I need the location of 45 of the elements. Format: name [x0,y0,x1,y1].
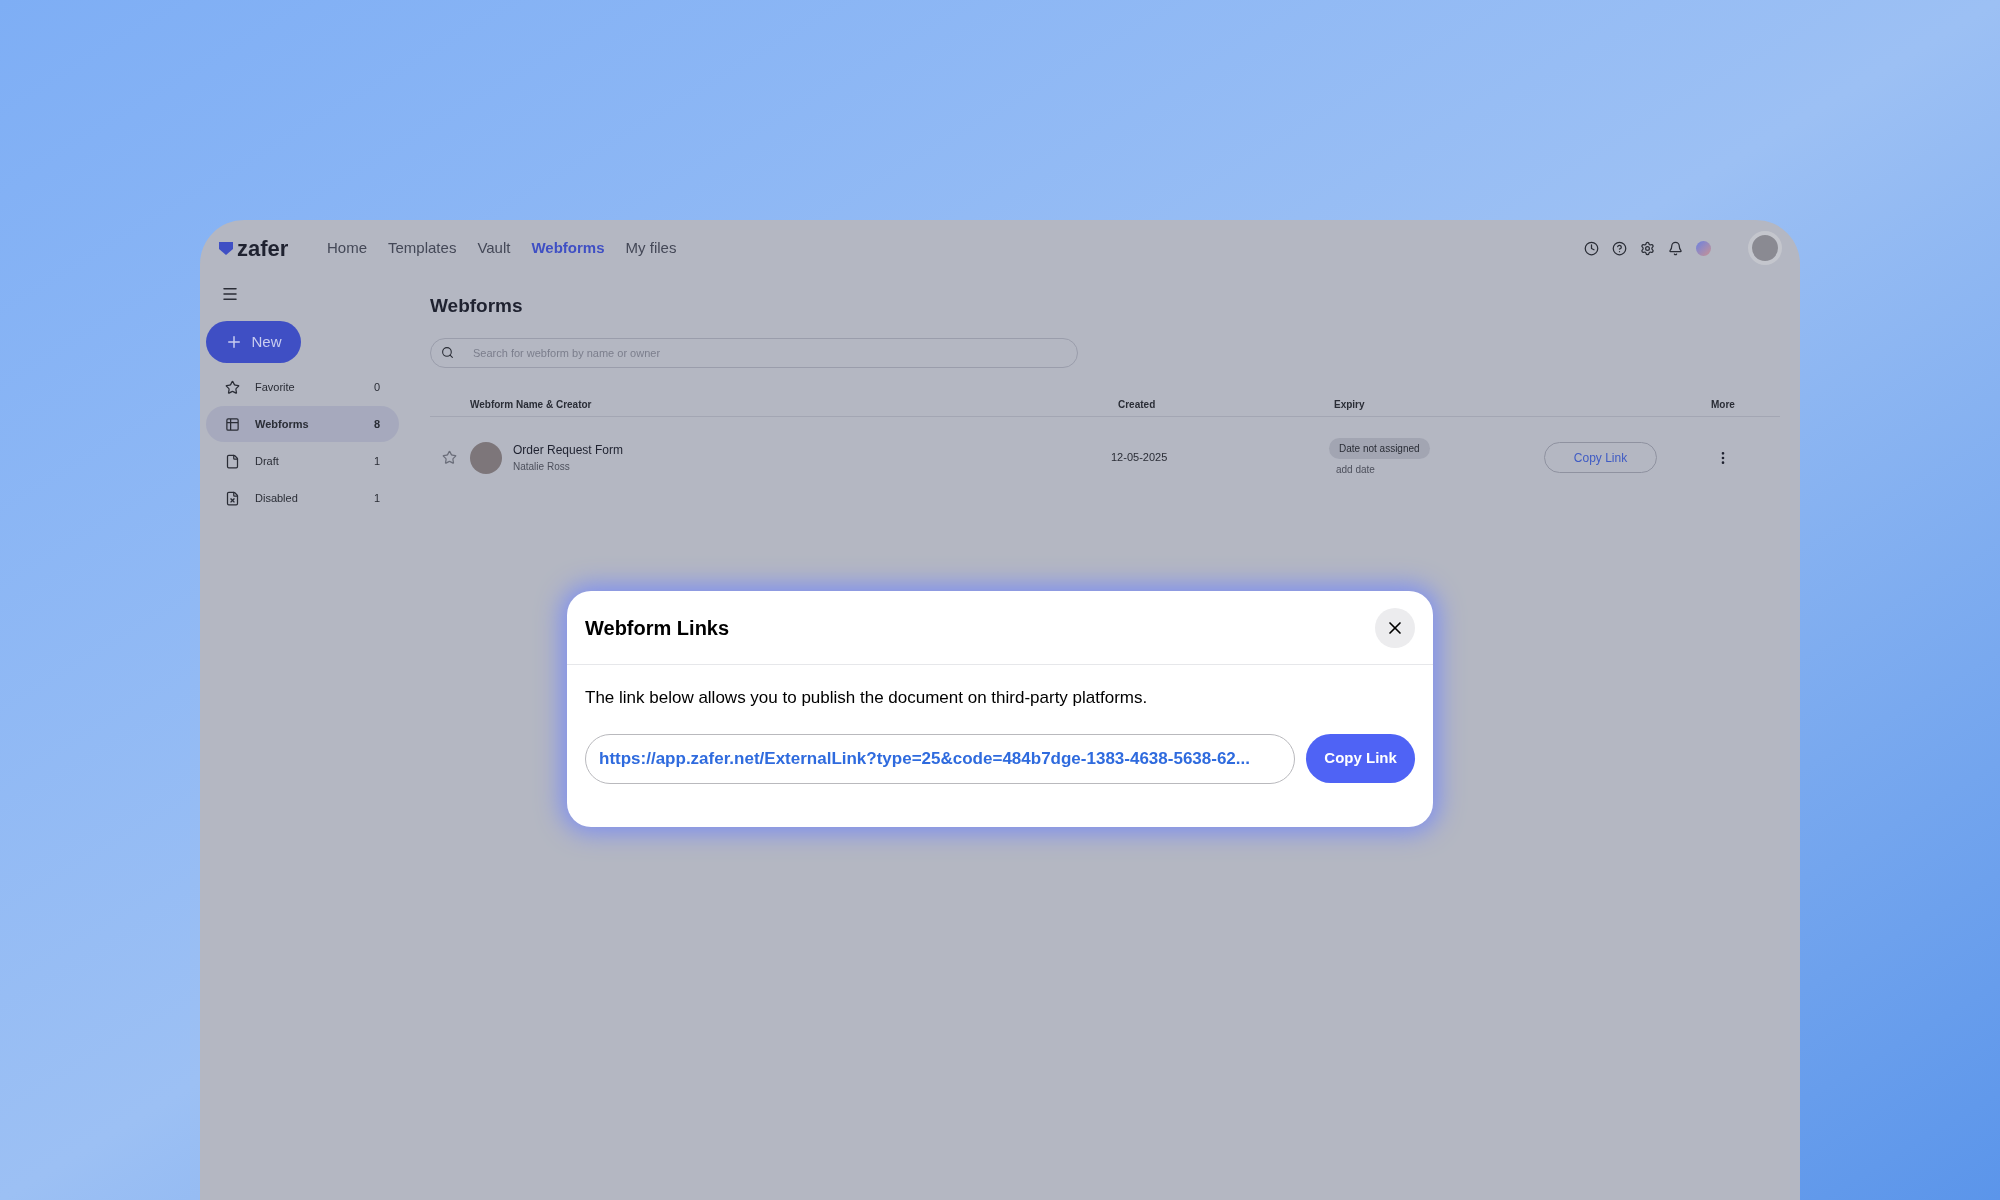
logo-icon [218,240,234,256]
sidebar-item[interactable]: Draft 1 [206,443,399,479]
sidebar-label: Favorite [255,379,295,395]
column-header: Created [1118,397,1157,412]
copy-link-button[interactable]: Copy Link [1306,734,1415,783]
menu-icon[interactable] [221,285,239,303]
sidebar-label: Disabled [255,490,298,506]
column-header: Expiry [1334,397,1366,412]
webform-name[interactable]: Order Request Form [513,441,1111,459]
settings-icon[interactable] [1640,240,1655,256]
star-icon [225,379,240,395]
column-header: More [1711,397,1735,412]
disabled-icon [225,490,240,506]
notifications-icon[interactable] [1668,240,1683,256]
expiry-badge: Date not assigned [1329,438,1430,459]
sidebar-count: 1 [373,490,380,506]
dialog-message: The link below allows you to publish the document on third-party platforms. [585,687,1149,709]
search-icon [441,345,454,359]
logo-text: zafer [237,234,289,263]
sidebar-label: Webforms [255,416,309,432]
created-date: 12-05-2025 [1111,450,1169,466]
sidebar-count: 8 [373,416,380,432]
add-date-link[interactable]: add date [1336,462,1375,477]
close-button[interactable] [1375,607,1415,648]
page-title: Webforms [430,294,524,318]
link-field[interactable]: https://app.zafer.net/ExternalLink?type=25&code=484b7dge-1383-4638-5638-62... [585,733,1296,784]
nav-link[interactable]: Vault [477,236,511,260]
column-header: Webform Name & Creator [470,397,593,412]
nav-link[interactable]: Templates [388,236,457,260]
file-icon [225,453,240,469]
sidebar-label: Draft [255,453,279,469]
nav-link[interactable]: My files [625,236,677,260]
sidebar-count: 1 [373,453,380,469]
nav-link[interactable]: Home [327,236,367,260]
new-button[interactable]: New [206,321,301,363]
sidebar-count: 0 [373,379,380,395]
star-icon[interactable] [442,450,457,465]
creator-name: Natalie Ross [513,460,571,474]
nav-link[interactable]: Webforms [531,236,605,260]
help-icon[interactable] [1612,240,1627,256]
creator-avatar [470,441,502,474]
dialog-title: Webform Links [585,615,730,641]
sidebar-item[interactable]: Disabled 1 [206,480,399,516]
sidebar-item[interactable]: Favorite 0 [206,369,399,405]
sidebar-item[interactable]: Webforms 8 [206,406,399,442]
